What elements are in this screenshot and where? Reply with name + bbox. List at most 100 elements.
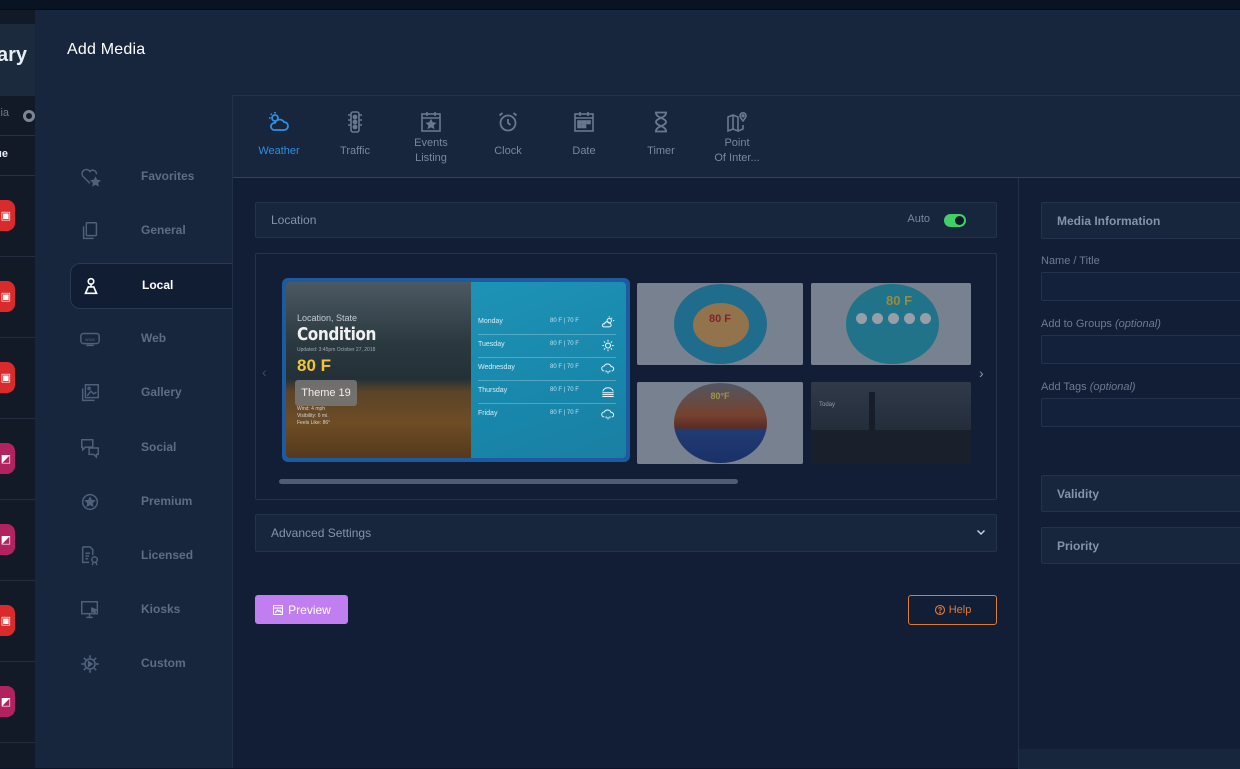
location-bar: Location Auto	[255, 202, 997, 238]
svg-text:www: www	[85, 337, 96, 342]
sidebar-item-custom[interactable]: Custom	[70, 642, 232, 686]
location-label: Location	[271, 213, 317, 227]
media-badge-icon: ◩	[0, 686, 15, 717]
sidebar-item-favorites[interactable]: Favorites	[70, 155, 232, 199]
name-title-input[interactable]	[1041, 272, 1240, 301]
sidebar-item-social[interactable]: Social	[70, 426, 232, 470]
window-top-bar	[0, 0, 1240, 10]
help-button[interactable]: Help	[908, 595, 997, 625]
sidebar-item-local[interactable]: Local	[70, 263, 232, 309]
gallery-next-arrow[interactable]: ›	[979, 365, 984, 381]
traffic-light-icon	[343, 110, 367, 134]
background-list-item: ▣	[0, 176, 35, 257]
widget-type-tabs: Weather Traffic Events Listing Clock Date…	[233, 96, 1240, 178]
theme-gallery: ‹ Location, State Condition Updated: 3:4…	[255, 253, 997, 500]
background-list-item: ▣	[0, 257, 35, 338]
www-icon: www	[79, 328, 101, 350]
sidebar-item-gallery[interactable]: Gallery	[70, 371, 232, 415]
fog-icon	[600, 384, 616, 399]
gallery-prev-arrow[interactable]: ‹	[262, 364, 267, 380]
media-badge-icon: ▣	[0, 605, 15, 636]
advanced-settings-accordion[interactable]: Advanced Settings	[255, 514, 997, 552]
alarm-clock-icon	[496, 110, 520, 134]
forecast-row: Wednesday 80 F | 70 F	[478, 358, 616, 381]
content-area: Weather Traffic Events Listing Clock Date…	[232, 95, 1240, 769]
certificate-icon	[79, 545, 101, 567]
theme-thumbnail[interactable]: Today	[811, 382, 971, 464]
auto-location-toggle[interactable]	[944, 214, 966, 227]
kiosk-monitor-icon	[79, 599, 101, 621]
image-icon	[272, 604, 284, 616]
tab-weather[interactable]: Weather	[241, 96, 317, 178]
validity-section[interactable]: Validity	[1041, 475, 1240, 512]
media-badge-icon: ▣	[0, 200, 15, 231]
sidebar-item-premium[interactable]: Premium	[70, 480, 232, 524]
add-media-modal: Add Media Favorites General Local www We…	[35, 10, 1240, 769]
background-row: ue	[0, 136, 35, 176]
background-list-item: ◩	[0, 500, 35, 581]
auto-label: Auto	[907, 213, 930, 225]
tab-clock[interactable]: Clock	[470, 96, 546, 178]
tab-events-listing[interactable]: Events Listing	[393, 96, 469, 178]
images-icon	[79, 382, 101, 404]
add-to-groups-input[interactable]	[1041, 335, 1240, 364]
cloud-sun-icon	[267, 110, 291, 134]
sidebar-item-licensed[interactable]: Licensed	[70, 534, 232, 578]
media-badge-icon: ◩	[0, 524, 15, 555]
add-to-groups-label: Add to Groups (optional)	[1041, 318, 1161, 330]
background-list-item: ◩	[0, 419, 35, 500]
advanced-settings-label: Advanced Settings	[271, 526, 372, 540]
background-radio-icon	[23, 110, 35, 122]
priority-section[interactable]: Priority	[1041, 527, 1240, 564]
toggle-knob	[955, 216, 964, 225]
media-information-header[interactable]: Media Information	[1041, 202, 1240, 239]
forecast-row: Thursday 80 F | 70 F	[478, 381, 616, 404]
chevron-down-icon	[975, 526, 987, 538]
chat-bubbles-icon	[79, 437, 101, 459]
heart-star-icon	[79, 166, 101, 188]
name-title-label: Name / Title	[1041, 255, 1100, 267]
preview-button[interactable]: Preview	[255, 595, 348, 624]
copy-icon	[79, 220, 101, 242]
calendar-icon	[572, 110, 596, 134]
theme-preview-photo: Location, State Condition Updated: 3:45p…	[286, 282, 471, 458]
theme-thumbnail[interactable]: 80 F	[811, 283, 971, 365]
theme-forecast-panel: Monday 80 F | 70 F Tuesday 80 F | 70 F W…	[471, 282, 626, 458]
background-subnav: ia	[0, 96, 35, 136]
tab-timer[interactable]: Timer	[623, 96, 699, 178]
theme-thumbnail[interactable]: 80°F	[637, 382, 803, 464]
add-tags-label: Add Tags (optional)	[1041, 381, 1136, 393]
media-badge-icon: ▣	[0, 281, 15, 312]
rain-cloud-icon	[600, 361, 616, 376]
sidebar-item-web[interactable]: www Web	[70, 317, 232, 361]
media-badge-icon: ◩	[0, 443, 15, 474]
theme-name-badge: Theme 19	[295, 380, 357, 406]
media-information-panel: Media Information Name / Title Add to Gr…	[1018, 178, 1240, 769]
help-circle-icon	[934, 604, 946, 616]
media-badge-icon: ▣	[0, 362, 15, 393]
background-page-strip: ary ia ue ▣ ▣ ▣ ◩ ◩ ▣ ◩	[0, 10, 35, 768]
background-brand: ary	[0, 24, 35, 96]
partly-cloudy-icon	[600, 315, 616, 330]
rain-cloud-icon	[600, 407, 616, 422]
forecast-row: Tuesday 80 F | 70 F	[478, 335, 616, 358]
panel-footer	[1019, 749, 1240, 769]
calendar-star-icon	[419, 110, 443, 134]
sidebar-item-kiosks[interactable]: Kiosks	[70, 588, 232, 632]
background-list-item: ◩	[0, 662, 35, 743]
modal-title: Add Media	[67, 41, 146, 58]
gear-icon	[79, 653, 101, 675]
tab-point-of-interest[interactable]: Point Of Inter...	[699, 96, 775, 178]
forecast-row: Friday 80 F | 70 F	[478, 404, 616, 427]
theme-thumbnail[interactable]: 80 F	[637, 283, 803, 365]
hourglass-icon	[649, 110, 673, 134]
sun-icon	[600, 338, 616, 353]
tab-date[interactable]: Date	[546, 96, 622, 178]
background-list-item: ▣	[0, 338, 35, 419]
forecast-row: Monday 80 F | 70 F	[478, 312, 616, 335]
add-tags-input[interactable]	[1041, 398, 1240, 427]
tab-traffic[interactable]: Traffic	[317, 96, 393, 178]
gallery-scrollbar[interactable]	[279, 479, 738, 484]
theme-thumbnail-selected[interactable]: Location, State Condition Updated: 3:45p…	[282, 278, 630, 462]
sidebar-item-general[interactable]: General	[70, 209, 232, 253]
